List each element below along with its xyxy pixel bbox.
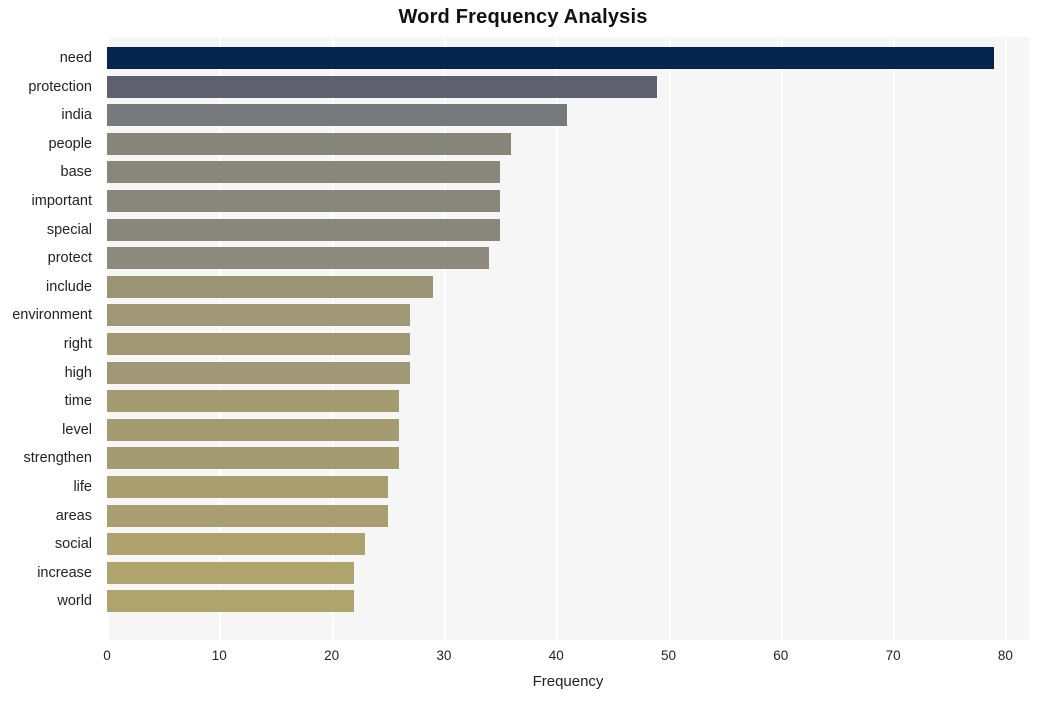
chart-title: Word Frequency Analysis (398, 6, 648, 28)
bar-time (107, 390, 399, 413)
bar-need (107, 47, 995, 69)
y-tick-label-social: social (54, 536, 92, 553)
bar-life (107, 476, 388, 498)
y-tick-label-world: world (57, 593, 92, 610)
y-tick-label-time: time (64, 393, 92, 410)
bar-strengthen (107, 447, 399, 470)
bars-layer (107, 37, 1029, 640)
bar-protection (107, 75, 658, 98)
x-tick-label-60: 60 (773, 648, 789, 663)
y-tick-label-right: right (63, 336, 92, 352)
x-axis-label: Frequency (532, 673, 604, 690)
bar-protect (107, 247, 489, 270)
y-tick-label-protect: protect (47, 250, 92, 267)
bar-people (107, 132, 512, 155)
bar-india (107, 104, 568, 127)
y-tick-label-life: life (73, 479, 92, 495)
y-tick-label-high: high (64, 364, 92, 381)
x-tick-label-50: 50 (660, 648, 677, 663)
plot-area (107, 37, 1029, 640)
bar-special (107, 218, 501, 241)
x-tick-label-40: 40 (548, 648, 564, 663)
bar-social (107, 533, 366, 556)
x-axis-ticks: 0 10 20 30 40 50 60 70 80 (0, 640, 1046, 670)
word-frequency-chart-figure: Word Frequency Analysis need protection in… (0, 0, 1046, 701)
bar-level (107, 418, 399, 441)
bar-important (107, 190, 501, 212)
bar-increase (107, 561, 355, 584)
y-tick-label-strengthen: strengthen (23, 450, 92, 467)
y-axis-labels: need protection india people base important sp… (0, 37, 100, 640)
y-tick-label-need: need (59, 50, 92, 66)
bar-include (107, 275, 433, 298)
bar-high (107, 361, 411, 384)
x-tick-label-10: 10 (211, 648, 227, 663)
x-tick-label-0: 0 (103, 648, 111, 663)
bar-base (107, 161, 501, 184)
x-tick-label-70: 70 (885, 648, 901, 663)
y-tick-label-include: include (46, 278, 92, 295)
y-tick-label-people: people (48, 135, 92, 152)
y-tick-label-protection: protection (28, 78, 92, 95)
bar-world (107, 590, 355, 613)
y-tick-label-base: base (60, 164, 92, 181)
y-tick-label-increase: increase (37, 564, 92, 581)
x-tick-label-30: 30 (436, 648, 452, 663)
y-tick-label-areas: areas (55, 507, 92, 524)
y-tick-label-india: india (61, 107, 92, 124)
x-tick-label-20: 20 (324, 648, 340, 663)
y-tick-label-special: special (46, 221, 92, 238)
bar-environment (107, 304, 411, 327)
bar-areas (107, 504, 388, 527)
y-tick-label-environment: environment (12, 307, 92, 324)
bar-right (107, 333, 411, 355)
y-tick-label-important: important (31, 193, 92, 209)
y-tick-label-level: level (62, 421, 92, 438)
x-tick-label-80: 80 (997, 648, 1013, 663)
